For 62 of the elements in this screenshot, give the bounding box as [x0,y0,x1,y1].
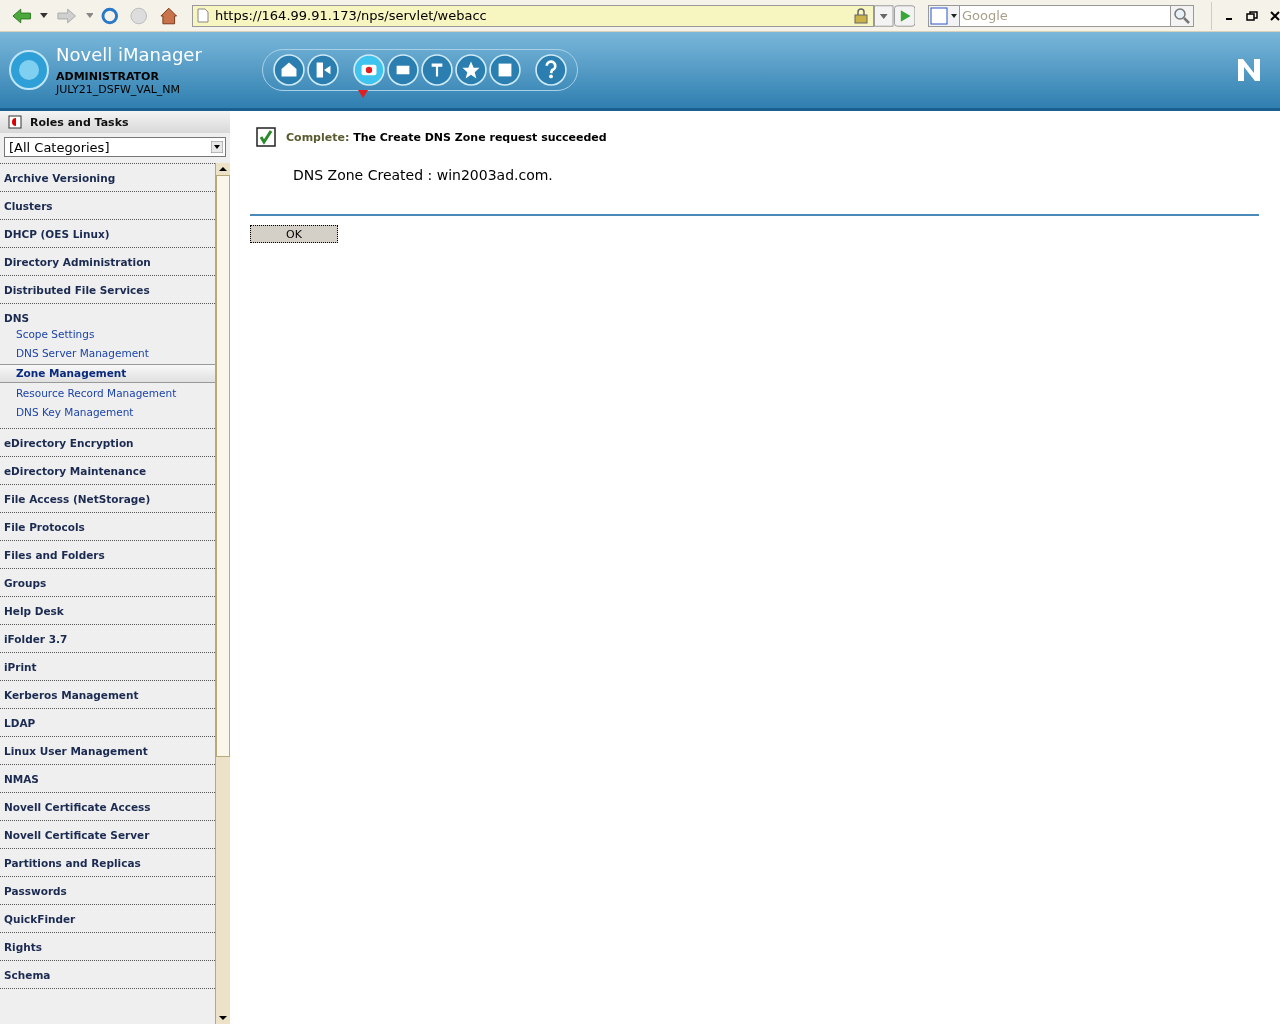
lock-icon [853,7,870,24]
role-item[interactable]: DHCP (OES Linux) [0,228,215,240]
role-item[interactable]: Help Desk [0,605,215,617]
search-icon[interactable] [1170,4,1194,27]
role-item[interactable]: File Access (NetStorage) [0,493,215,505]
role-item[interactable]: Partitions and Replicas [0,857,215,869]
record-icon[interactable] [352,54,385,86]
role-item[interactable]: Kerberos Management [0,689,215,701]
task-item[interactable]: Resource Record Management [0,385,215,402]
dropdown-caret-icon [211,141,223,153]
role-item[interactable]: Directory Administration [0,256,215,268]
task-item[interactable]: Zone Management [0,364,215,383]
reload-icon[interactable] [101,6,119,25]
ok-button[interactable]: OK [250,225,338,243]
role-item[interactable]: Groups [0,577,215,589]
role-item[interactable]: iFolder 3.7 [0,633,215,645]
role-item[interactable]: Novell Certificate Access [0,801,215,813]
close-icon[interactable] [1270,10,1280,21]
role-item[interactable]: eDirectory Maintenance [0,465,215,477]
role-item[interactable]: Linux User Management [0,745,215,757]
go-icon[interactable] [893,4,915,27]
selected-marker-icon [357,90,368,98]
role-item[interactable]: Archive Versioning [0,172,215,184]
role-item[interactable]: File Protocols [0,521,215,533]
role-item[interactable]: Files and Folders [0,549,215,561]
logo-icon [8,49,50,91]
status-message: Complete: The Create DNS Zone request succeeded [286,130,607,144]
restore-icon[interactable] [1246,10,1258,21]
role-item[interactable]: DNS [0,312,215,324]
role-item[interactable]: Rights [0,941,215,953]
dropdown-caret-icon[interactable] [40,12,49,19]
detail-message: DNS Zone Created : win2003ad.com. [293,167,554,183]
role-item[interactable]: Passwords [0,885,215,897]
role-item[interactable]: NMAS [0,773,215,785]
user-name: ADMINISTRATOR [56,70,160,83]
role-item[interactable]: eDirectory Encryption [0,437,215,449]
role-item[interactable]: Clusters [0,200,215,212]
product-name: Novell iManager [56,44,202,65]
help-icon[interactable] [534,54,567,86]
role-item[interactable]: Schema [0,969,215,981]
role-item[interactable]: Novell Certificate Server [0,829,215,841]
search-field[interactable]: Google [960,4,1170,27]
page-icon [197,8,209,23]
back-arrow-icon[interactable] [11,6,33,25]
roles-icon [8,115,22,129]
role-item[interactable]: Distributed File Services [0,284,215,296]
task-item[interactable]: DNS Key Management [0,404,215,421]
role-item[interactable]: QuickFinder [0,913,215,925]
task-item[interactable]: Scope Settings [0,326,215,343]
search-engine-icon[interactable] [928,4,960,27]
role-item[interactable]: LDAP [0,717,215,729]
home-icon[interactable] [158,6,178,25]
address-bar[interactable]: https://164.99.91.173/nps/servlet/webacc [192,4,875,27]
role-item[interactable]: iPrint [0,661,215,673]
task-item[interactable]: DNS Server Management [0,345,215,362]
sidebar-title: Roles and Tasks [30,115,129,129]
category-dropdown[interactable]: [All Categories] [4,137,226,157]
check-icon [256,127,276,147]
dropdown-caret-icon[interactable] [874,4,894,27]
scrollbar[interactable] [215,163,230,1024]
tree-name: JULY21_DSFW_VAL_NM [56,83,182,96]
n-logo-icon [1236,57,1262,83]
